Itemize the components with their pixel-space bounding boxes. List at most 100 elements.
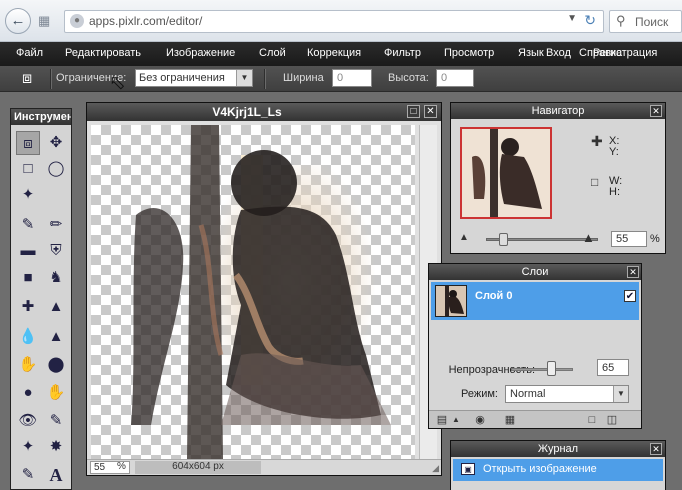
constraint-select[interactable]: Без ограничения ▼ <box>135 69 253 87</box>
crop-icon: ⧈ <box>22 70 33 87</box>
width-input[interactable]: 0 <box>332 69 372 87</box>
crop-tool-icon[interactable]: ⧈ <box>16 131 40 155</box>
shape-tool-icon[interactable]: ▲ <box>44 295 68 319</box>
close-icon[interactable]: ✕ <box>650 105 662 117</box>
height-input[interactable]: 0 <box>436 69 474 87</box>
color-picker-icon[interactable]: ✎ <box>16 463 40 487</box>
menu-view[interactable]: Просмотр <box>444 47 494 59</box>
layers-toolbar: ▤ ▲ ◉ ▦ □ ◫ <box>429 410 641 428</box>
chevron-down-icon[interactable]: ▼ <box>236 70 252 86</box>
close-icon[interactable]: ✕ <box>627 266 639 278</box>
sponge-tool-icon[interactable]: ⬤ <box>44 353 68 377</box>
crosshair-icon: ✚ <box>591 133 603 149</box>
search-input[interactable]: ⚲ Поиск <box>609 10 682 33</box>
browser-toolbar: ← ▦ ● apps.pixlr.com/editor/ ▼ ↻ ⚲ Поиск <box>0 0 682 42</box>
pinch-tool-icon[interactable]: ✸ <box>44 435 68 459</box>
reload-icon[interactable]: ↻ <box>584 12 596 29</box>
login-link[interactable]: Вход <box>546 47 571 59</box>
menu-layer[interactable]: Слой <box>259 47 286 59</box>
sharpen-tool-icon[interactable]: ▲ <box>44 325 68 349</box>
divider <box>264 69 266 89</box>
zoom-in-icon[interactable]: ▲ <box>582 230 595 245</box>
close-icon[interactable]: ✕ <box>424 105 437 118</box>
close-icon[interactable]: ✕ <box>650 443 662 455</box>
pencil-tool-icon[interactable]: ✎ <box>16 213 40 237</box>
menu-language[interactable]: Язык <box>518 47 544 59</box>
navigator-thumbnail[interactable] <box>460 127 552 219</box>
new-layer-icon[interactable]: □ <box>585 413 599 427</box>
layer-row[interactable]: Слой 0 ✔ <box>431 282 639 320</box>
menu-adjustment[interactable]: Коррекция <box>307 47 361 59</box>
history-title: Журнал <box>451 441 665 457</box>
register-link[interactable]: Регистрация <box>593 47 657 59</box>
blur-tool-icon[interactable]: 💧 <box>16 325 40 349</box>
eraser-tool-icon[interactable]: ▬ <box>16 239 40 263</box>
url-dropdown-icon[interactable]: ▼ <box>567 13 577 24</box>
layer-thumbnail <box>435 285 467 317</box>
menu-filter[interactable]: Фильтр <box>384 47 421 59</box>
y-label: Y: <box>609 146 619 158</box>
maximize-icon[interactable]: □ <box>407 105 420 118</box>
photo-layer <box>131 125 391 459</box>
opacity-input[interactable]: 65 <box>597 359 629 376</box>
zoom-out-icon[interactable]: ▲ <box>459 232 469 243</box>
canvas-titlebar[interactable]: V4Kjrj1L_Ls □ ✕ <box>87 103 441 121</box>
back-button[interactable]: ← <box>5 8 31 34</box>
navigator-zoom-input[interactable]: 55 <box>611 231 647 247</box>
settings-dropdown-icon[interactable]: ▲ <box>449 413 463 427</box>
search-placeholder: Поиск <box>635 15 669 29</box>
zoom-slider-handle[interactable] <box>498 233 508 246</box>
smudge-tool-icon[interactable]: ✋ <box>16 353 40 377</box>
document-title: V4Kjrj1L_Ls <box>212 105 282 119</box>
image-icon: ▣ <box>461 463 475 475</box>
url-text: apps.pixlr.com/editor/ <box>89 14 203 28</box>
history-item-label: Открыть изображение <box>483 463 597 475</box>
canvas-window: V4Kjrj1L_Ls □ ✕ 55 % 604x604 px ◢ <box>86 102 442 476</box>
zoom-unit: % <box>650 233 660 245</box>
bloat-tool-icon[interactable]: ✦ <box>16 435 40 459</box>
layers-title: Слои <box>429 264 641 280</box>
resize-grip-icon[interactable]: ◢ <box>432 463 439 474</box>
lasso-tool-icon[interactable]: ◯ <box>44 157 68 181</box>
stamp-tool-icon[interactable]: ♞ <box>44 266 68 290</box>
address-bar[interactable]: ● apps.pixlr.com/editor/ ▼ ↻ <box>64 10 604 33</box>
magic-wand-icon[interactable]: ✦ <box>16 183 40 207</box>
move-tool-icon[interactable]: ✥ <box>44 131 68 155</box>
menu-file[interactable]: Файл <box>16 47 43 59</box>
toolbox-title: Инструменты <box>11 109 71 125</box>
blend-mode-select[interactable]: Normal ▼ <box>505 385 629 403</box>
layer-style-icon[interactable]: ▦ <box>503 413 517 427</box>
opacity-slider-handle[interactable] <box>547 361 557 376</box>
search-icon: ⚲ <box>616 13 626 28</box>
chevron-down-icon[interactable]: ▼ <box>613 386 628 402</box>
marquee-tool-icon[interactable]: □ <box>16 157 40 181</box>
height-label: Высота: <box>388 72 429 84</box>
brush-tool-icon[interactable]: ✏ <box>44 213 68 237</box>
layer-name: Слой 0 <box>475 290 513 302</box>
color-replace-icon[interactable]: ✚ <box>16 295 40 319</box>
red-eye-tool-icon[interactable]: 👁 <box>16 409 40 433</box>
trash-icon[interactable]: ◫ <box>605 413 619 427</box>
globe-icon: ● <box>70 14 84 28</box>
blend-mode-value: Normal <box>510 388 546 400</box>
opacity-slider[interactable] <box>511 368 573 371</box>
menu-image[interactable]: Изображение <box>166 47 235 59</box>
menu-edit[interactable]: Редактировать <box>65 47 141 59</box>
dodge-tool-icon[interactable]: ● <box>16 381 40 405</box>
cursor-icon: ⬁ <box>109 72 126 94</box>
history-item[interactable]: ▣ Открыть изображение <box>453 459 663 481</box>
text-tool-icon[interactable]: A <box>44 463 68 487</box>
gradient-tool-icon[interactable]: ■ <box>16 266 40 290</box>
layer-visibility-checkbox[interactable]: ✔ <box>624 290 636 302</box>
app-menubar: Файл Редактировать Изображение Слой Корр… <box>0 42 682 66</box>
bookmark-icon[interactable]: ▦ <box>38 13 56 28</box>
bucket-tool-icon[interactable]: ⛨ <box>44 239 68 263</box>
layer-settings-icon[interactable]: ▤ <box>435 413 449 427</box>
burn-tool-icon[interactable]: ✋ <box>44 381 68 405</box>
canvas-statusbar: 55 % 604x604 px ◢ <box>87 459 441 475</box>
width-label: Ширина <box>283 72 324 84</box>
spot-heal-tool-icon[interactable]: ✎ <box>44 409 68 433</box>
image-canvas[interactable] <box>91 125 415 459</box>
layer-mask-icon[interactable]: ◉ <box>473 413 487 427</box>
h-label: H: <box>609 186 620 198</box>
